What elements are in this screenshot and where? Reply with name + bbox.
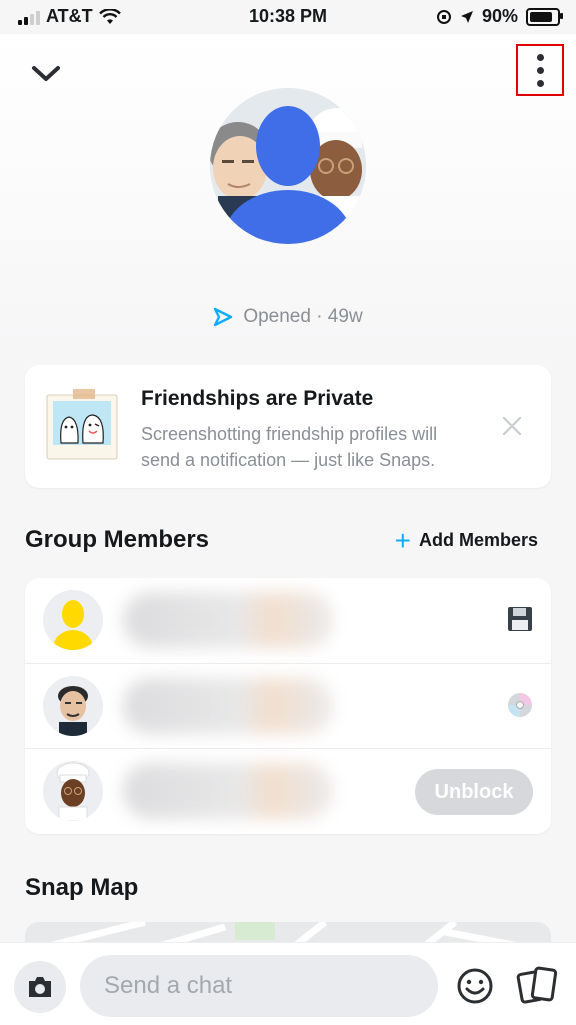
chevron-down-icon	[32, 66, 60, 81]
battery-percent: 90%	[481, 6, 518, 26]
cards-icon[interactable]	[516, 965, 560, 1007]
orientation-lock-icon	[436, 9, 451, 24]
privacy-notice-card: Friendships are Private Screenshotting f…	[25, 365, 551, 488]
floppy-disk-icon	[508, 607, 532, 631]
snap-status: Opened · 49w	[0, 306, 576, 328]
battery-fill	[530, 11, 552, 22]
close-icon[interactable]	[501, 415, 523, 437]
bitmoji-avatar	[58, 686, 88, 736]
unblock-button[interactable]: Unblock	[415, 769, 533, 815]
chat-input[interactable]	[80, 955, 438, 1017]
group-members-list: Unblock	[25, 578, 551, 834]
member-row[interactable]	[25, 578, 551, 663]
battery-icon	[526, 7, 563, 26]
add-members-label: Add Members	[418, 530, 538, 550]
group-bitmoji-icon	[210, 88, 366, 244]
snap-map-title: Snap Map	[25, 874, 139, 901]
group-avatar[interactable]	[210, 88, 366, 244]
more-vertical-icon	[536, 53, 544, 61]
sent-arrow-icon	[214, 307, 233, 327]
location-arrow-icon	[460, 10, 473, 23]
add-members-button[interactable]: + Add Members	[394, 524, 538, 556]
member-avatar	[43, 590, 103, 650]
member-avatar	[43, 761, 103, 821]
member-avatar	[43, 676, 103, 736]
member-name-redacted	[123, 592, 333, 648]
member-name-redacted	[123, 763, 333, 819]
chef-bitmoji-avatar	[56, 762, 90, 821]
back-button[interactable]	[28, 56, 64, 92]
camera-icon	[29, 977, 51, 997]
camera-button[interactable]	[14, 961, 66, 1013]
notice-title: Friendships are Private	[141, 387, 374, 410]
smiley-icon[interactable]	[456, 967, 494, 1005]
notice-description: Screenshotting friendship profiles will …	[141, 424, 438, 470]
member-row[interactable]	[25, 663, 551, 749]
chat-bar	[0, 942, 576, 1025]
cd-icon	[508, 693, 532, 717]
plus-icon: +	[394, 524, 411, 556]
group-members-title: Group Members	[25, 526, 210, 553]
yellow-silhouette-avatar	[53, 600, 93, 650]
member-name-redacted	[123, 678, 333, 734]
friends-polaroid-icon	[46, 389, 118, 460]
status-bar: AT&T 10:38 PM 90%	[0, 0, 576, 34]
status-right: 90%	[436, 6, 563, 27]
status-text: Opened · 49w	[243, 306, 363, 327]
more-options-button[interactable]	[516, 44, 564, 96]
member-row[interactable]: Unblock	[25, 748, 551, 834]
